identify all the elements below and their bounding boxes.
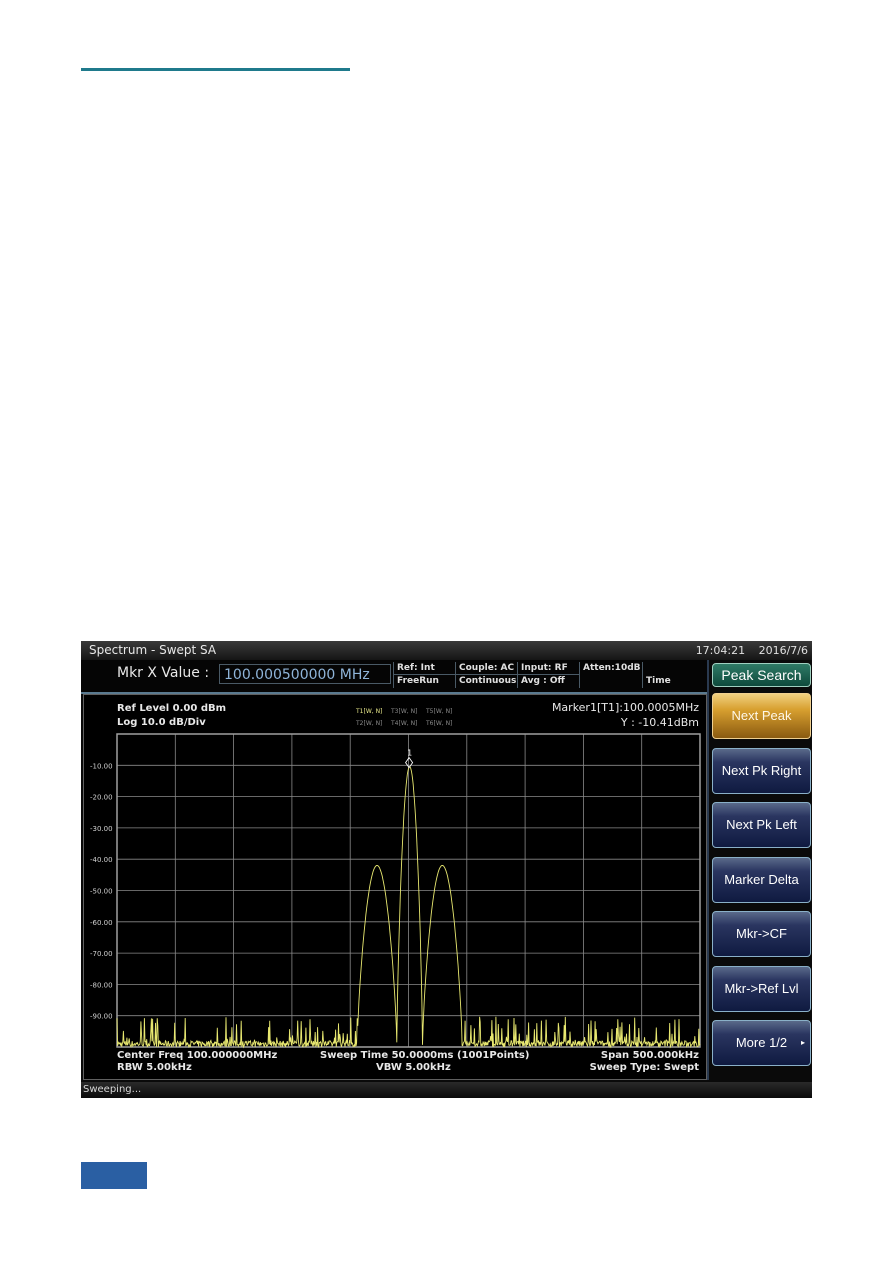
info-bar: Mkr X Value : 100.000500000 MHz Ref: Int… <box>81 660 707 725</box>
softkey-panel: Peak Search Next Peak Next Pk Right Next… <box>707 660 812 1080</box>
sweep-type-label: Sweep Type: Swept <box>589 1062 699 1073</box>
y-tick-label: -80.00 <box>90 981 113 989</box>
span-label: Span 500.000kHz <box>600 1050 699 1061</box>
time-display: 17:04:21 <box>695 644 746 657</box>
page-number-tab <box>81 1162 147 1189</box>
spectrum-analyzer-window: Spectrum - Swept SA 17:04:21 2016/7/6 Mk… <box>81 641 812 1098</box>
mkr-to-ref-lvl-button[interactable]: Mkr->Ref Lvl <box>712 966 811 1012</box>
submenu-arrow-icon: ▸ <box>800 1038 805 1047</box>
y-tick-label: -70.00 <box>90 950 113 958</box>
marker-delta-button[interactable]: Marker Delta <box>712 857 811 903</box>
input-status: Input: RF <box>517 662 579 675</box>
mkr-to-ref-lvl-label: Mkr->Ref Lvl <box>724 981 799 996</box>
y-tick-label: -20.00 <box>90 794 113 802</box>
more-button[interactable]: More 1/2 ▸ <box>712 1020 811 1066</box>
marker-delta-label: Marker Delta <box>724 872 799 887</box>
window-title: Spectrum - Swept SA <box>89 643 217 657</box>
ref-status: Ref: Int <box>393 662 455 675</box>
y-tick-label: -10.00 <box>90 762 113 770</box>
marker-number-label: 1 <box>407 749 412 758</box>
sweep-mode-status: Continuous <box>455 675 517 688</box>
next-pk-left-button[interactable]: Next Pk Left <box>712 802 811 848</box>
y-tick-label: -40.00 <box>90 856 113 864</box>
trigger-status: FreeRun <box>393 675 455 688</box>
next-peak-button[interactable]: Next Peak <box>712 693 811 739</box>
clock: 17:04:21 2016/7/6 <box>686 644 808 657</box>
y-tick-label: -90.00 <box>90 1013 113 1021</box>
more-label: More 1/2 <box>735 1035 788 1050</box>
center-freq-label: Center Freq 100.000000MHz <box>117 1050 278 1061</box>
avg-status: Avg : Off <box>517 675 579 688</box>
marker-x-value-input[interactable]: 100.000500000 MHz <box>219 664 391 684</box>
peak-search-menu-title[interactable]: Peak Search <box>712 663 811 687</box>
y-tick-label: -30.00 <box>90 825 113 833</box>
sweep-time-label: Sweep Time 50.0000ms (1001Points) <box>320 1050 530 1061</box>
time-gate-status: Time Gate:Off <box>642 662 705 725</box>
marker-x-label: Mkr X Value : <box>117 665 210 681</box>
next-pk-right-label: Next Pk Right <box>721 763 802 778</box>
mkr-to-cf-button[interactable]: Mkr->CF <box>712 911 811 957</box>
next-pk-right-button[interactable]: Next Pk Right <box>712 748 811 794</box>
vbw-label: VBW 5.00kHz <box>376 1062 451 1073</box>
next-peak-label: Next Peak <box>731 708 792 723</box>
atten-status: Atten:10dB <box>579 662 642 688</box>
y-tick-label: -50.00 <box>90 888 113 896</box>
couple-status: Couple: AC <box>455 662 517 675</box>
section-header-rule <box>81 68 350 71</box>
spectrum-chart[interactable]: -10.00 -20.00 -30.00 -40.00 -50.00 -60.00 -70.… <box>84 695 706 1079</box>
marker-diamond-icon <box>405 756 414 769</box>
mkr-to-cf-label: Mkr->CF <box>736 926 787 941</box>
status-text: Sweeping... <box>83 1084 142 1095</box>
rbw-label: RBW 5.00kHz <box>117 1062 192 1073</box>
status-bar: Sweeping... <box>81 1082 812 1098</box>
date-display: 2016/7/6 <box>758 644 808 657</box>
plot-panel: Ref Level 0.00 dBm Log 10.0 dB/Div T1[W,… <box>83 694 707 1080</box>
next-pk-left-label: Next Pk Left <box>726 817 797 832</box>
y-tick-label: -60.00 <box>90 919 113 927</box>
title-bar: Spectrum - Swept SA 17:04:21 2016/7/6 <box>81 641 812 660</box>
